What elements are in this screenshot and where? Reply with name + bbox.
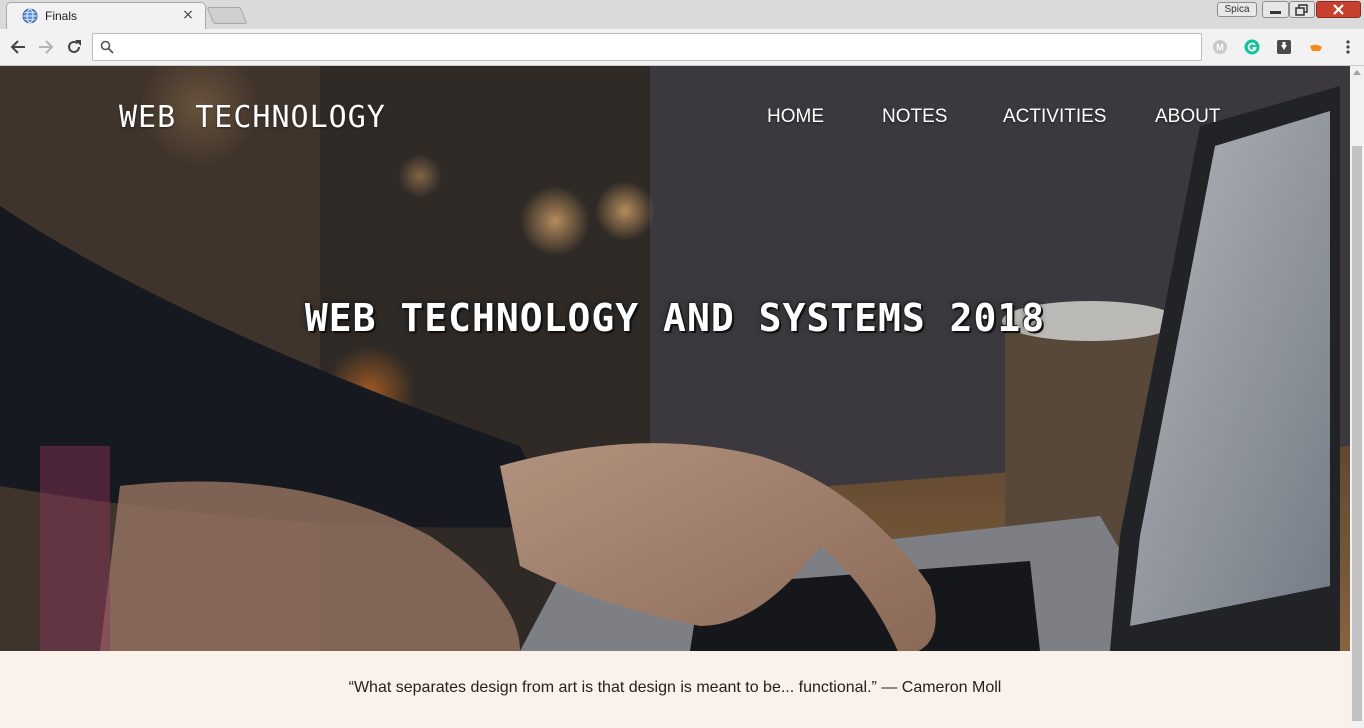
download-extension-icon[interactable] xyxy=(1276,39,1292,55)
nav-link-home[interactable]: HOME xyxy=(767,106,824,128)
globe-icon xyxy=(22,8,38,24)
forward-arrow-icon[interactable] xyxy=(36,37,56,57)
close-icon xyxy=(1333,4,1344,15)
browser-toolbar: M xyxy=(0,29,1364,66)
profile-badge[interactable]: Spica xyxy=(1217,2,1257,17)
nav-link-about[interactable]: ABOUT xyxy=(1155,106,1220,128)
menu-dots-icon[interactable] xyxy=(1340,39,1356,55)
web-page: WEB TECHNOLOGY HOME NOTES ACTIVITIES ABO… xyxy=(0,66,1350,728)
browser-titlebar: Finals × Spica xyxy=(0,0,1364,29)
nav-link-activities[interactable]: ACTIVITIES xyxy=(1003,106,1106,128)
svg-text:M: M xyxy=(1216,43,1224,53)
minimize-button[interactable] xyxy=(1262,1,1289,18)
window-close-button[interactable] xyxy=(1316,1,1361,18)
search-icon xyxy=(100,40,114,54)
restore-icon xyxy=(1295,4,1308,16)
nav-link-notes[interactable]: NOTES xyxy=(882,106,947,128)
tab-close-icon[interactable]: × xyxy=(181,6,195,24)
back-arrow-icon[interactable] xyxy=(8,37,28,57)
extension-m-icon[interactable]: M xyxy=(1212,39,1228,55)
hero-background-image xyxy=(0,66,1350,651)
minimize-icon xyxy=(1270,11,1281,14)
tab-title: Finals xyxy=(45,9,78,23)
scrollbar-thumb[interactable] xyxy=(1352,146,1362,721)
reload-icon[interactable] xyxy=(64,37,84,57)
orange-extension-icon[interactable] xyxy=(1308,39,1324,55)
new-tab-button[interactable] xyxy=(206,7,248,24)
restore-button[interactable] xyxy=(1289,1,1315,18)
quote-section: “What separates design from art is that … xyxy=(0,651,1350,728)
address-input[interactable] xyxy=(121,38,1191,56)
page-scrollbar[interactable] xyxy=(1350,66,1364,728)
scroll-up-arrow-icon[interactable] xyxy=(1353,70,1361,75)
browser-tab[interactable]: Finals × xyxy=(6,2,206,29)
quote-text: “What separates design from art is that … xyxy=(348,679,1002,696)
hero-headline: WEB TECHNOLOGY AND SYSTEMS 2018 xyxy=(304,296,1046,340)
site-brand[interactable]: WEB TECHNOLOGY xyxy=(119,100,386,135)
hero-section: WEB TECHNOLOGY HOME NOTES ACTIVITIES ABO… xyxy=(0,66,1350,651)
address-bar[interactable] xyxy=(92,33,1202,61)
grammarly-icon[interactable] xyxy=(1244,39,1260,55)
